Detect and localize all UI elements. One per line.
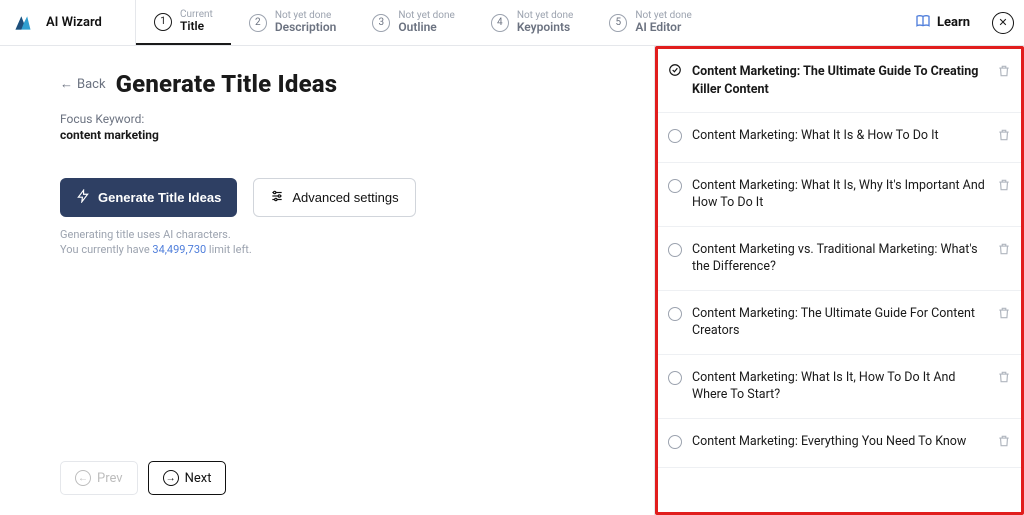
advanced-button-label: Advanced settings	[292, 190, 398, 205]
radio-selected-icon[interactable]	[668, 63, 682, 98]
sliders-icon	[270, 189, 284, 206]
trash-icon	[997, 67, 1011, 82]
focus-keyword-value: content marketing	[60, 128, 614, 142]
learn-label: Learn	[937, 15, 970, 30]
delete-result-button[interactable]	[997, 242, 1011, 276]
wizard-step-description[interactable]: 2Not yet doneDescription	[231, 0, 355, 45]
character-count: 34,499,730	[152, 243, 206, 256]
wizard-step-title[interactable]: 1CurrentTitle	[136, 0, 231, 45]
step-name: Title	[180, 20, 213, 33]
results-highlight-box: Content Marketing: The Ultimate Guide To…	[655, 46, 1024, 515]
close-button[interactable]: ✕	[992, 12, 1014, 34]
step-name: AI Editor	[635, 21, 691, 34]
focus-keyword-label: Focus Keyword:	[60, 112, 614, 126]
next-label: Next	[185, 471, 212, 486]
radio-unselected-icon[interactable]	[668, 371, 682, 385]
step-number-icon: 4	[491, 14, 509, 32]
prev-label: Prev	[97, 471, 123, 486]
result-item[interactable]: Content Marketing: Everything You Need T…	[658, 419, 1021, 469]
wizard-step-outline[interactable]: 3Not yet doneOutline	[354, 0, 472, 45]
generate-button-label: Generate Title Ideas	[98, 190, 221, 205]
radio-unselected-icon[interactable]	[668, 243, 682, 257]
prev-button: ← Prev	[60, 461, 138, 495]
trash-icon	[997, 245, 1011, 260]
result-item[interactable]: Content Marketing: What It Is & How To D…	[658, 113, 1021, 163]
step-number-icon: 5	[609, 14, 627, 32]
next-button[interactable]: → Next	[148, 461, 227, 495]
radio-unselected-icon[interactable]	[668, 129, 682, 143]
advanced-settings-button[interactable]: Advanced settings	[253, 178, 415, 217]
result-item[interactable]: Content Marketing: What It Is, Why It's …	[658, 163, 1021, 227]
back-label: Back	[77, 77, 106, 92]
radio-unselected-icon[interactable]	[668, 179, 682, 193]
hint-line-2: You currently have 34,499,730 limit left…	[60, 242, 614, 257]
delete-result-button[interactable]	[997, 370, 1011, 404]
delete-result-button[interactable]	[997, 128, 1011, 148]
result-item[interactable]: Content Marketing: What Is It, How To Do…	[658, 355, 1021, 419]
generate-title-ideas-button[interactable]: Generate Title Ideas	[60, 178, 237, 217]
arrow-right-circle-icon: →	[163, 470, 179, 486]
delete-result-button[interactable]	[997, 64, 1011, 98]
result-title: Content Marketing: Everything You Need T…	[692, 434, 966, 449]
arrow-left-circle-icon: ←	[75, 470, 91, 486]
delete-result-button[interactable]	[997, 434, 1011, 454]
main: ← Back Generate Title Ideas Focus Keywor…	[0, 46, 1024, 515]
trash-icon	[997, 181, 1011, 196]
back-button[interactable]: ← Back	[60, 76, 106, 92]
hint-line-1: Generating title uses AI characters.	[60, 227, 614, 242]
step-number-icon: 2	[249, 14, 267, 32]
result-title: Content Marketing: What It Is & How To D…	[692, 128, 939, 143]
close-icon: ✕	[998, 16, 1007, 29]
step-number-icon: 3	[372, 14, 390, 32]
results-pane: Content Marketing: The Ultimate Guide To…	[654, 46, 1024, 515]
page-title: Generate Title Ideas	[116, 70, 338, 98]
result-item[interactable]: Content Marketing: The Ultimate Guide To…	[658, 49, 1021, 113]
step-name: Keypoints	[517, 21, 573, 34]
trash-icon	[997, 437, 1011, 452]
radio-unselected-icon[interactable]	[668, 307, 682, 321]
trash-icon	[997, 373, 1011, 388]
trash-icon	[997, 131, 1011, 146]
result-title: Content Marketing: The Ultimate Guide Fo…	[692, 306, 975, 339]
result-title: Content Marketing: What Is It, How To Do…	[692, 370, 955, 403]
radio-unselected-icon[interactable]	[668, 435, 682, 449]
result-item[interactable]: Content Marketing: The Ultimate Guide Fo…	[658, 291, 1021, 355]
step-name: Outline	[398, 21, 454, 34]
results-list: Content Marketing: The Ultimate Guide To…	[658, 49, 1021, 468]
wizard-step-ai-editor[interactable]: 5Not yet doneAI Editor	[591, 0, 709, 45]
book-icon	[915, 13, 931, 33]
delete-result-button[interactable]	[997, 178, 1011, 212]
wizard-step-keypoints[interactable]: 4Not yet doneKeypoints	[473, 0, 591, 45]
brand-name: AI Wizard	[46, 0, 136, 45]
learn-button[interactable]: Learn	[907, 9, 978, 37]
character-hint: Generating title uses AI characters. You…	[60, 227, 614, 258]
step-number-icon: 1	[154, 13, 172, 31]
result-title: Content Marketing: What It Is, Why It's …	[692, 178, 985, 211]
app-logo	[0, 13, 46, 33]
delete-result-button[interactable]	[997, 306, 1011, 340]
wizard-steps: 1CurrentTitle2Not yet doneDescription3No…	[136, 0, 710, 45]
arrow-left-icon: ←	[60, 76, 73, 92]
trash-icon	[997, 309, 1011, 324]
sparkle-icon	[76, 189, 90, 206]
result-item[interactable]: Content Marketing vs. Traditional Market…	[658, 227, 1021, 291]
topbar: AI Wizard 1CurrentTitle2Not yet doneDesc…	[0, 0, 1024, 46]
result-title: Content Marketing vs. Traditional Market…	[692, 242, 978, 275]
step-name: Description	[275, 21, 337, 34]
left-pane: ← Back Generate Title Ideas Focus Keywor…	[0, 46, 654, 515]
result-title: Content Marketing: The Ultimate Guide To…	[692, 64, 978, 97]
